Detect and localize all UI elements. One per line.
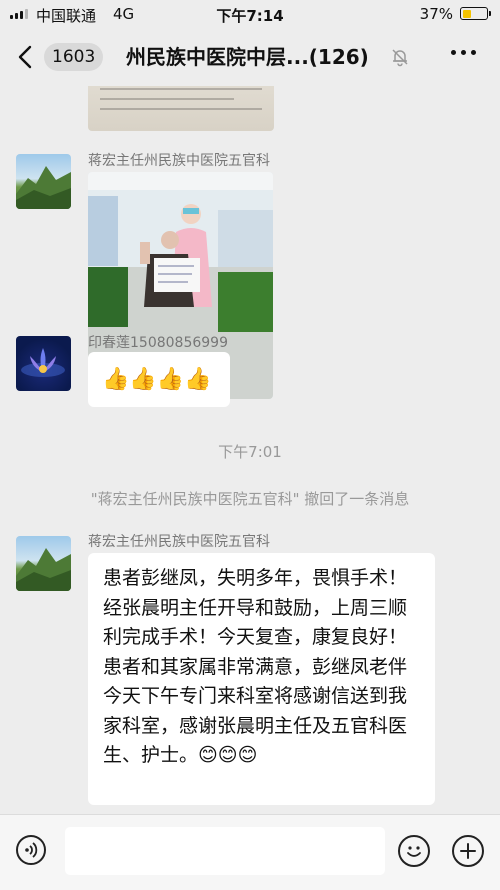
time-separator: 下午7:01 [218, 443, 282, 461]
mute-bell-icon [390, 47, 410, 67]
battery-icon [460, 7, 491, 20]
avatar[interactable] [16, 154, 71, 209]
more-icon[interactable] [451, 50, 476, 55]
message-input[interactable] [65, 827, 385, 875]
sender-name: 蒋宏主任州民族中医院五官科 [88, 534, 270, 550]
sender-name: 印春莲15080856999 [88, 335, 228, 351]
battery-percent: 37% [419, 5, 453, 23]
emoji-message[interactable]: 👍👍👍👍 [88, 352, 230, 407]
message-text: 患者彭继凤，失明多年，畏惧手术！经张晨明主任开导和鼓励，上周三顺利完成手术！今天… [103, 567, 408, 766]
voice-icon[interactable] [16, 835, 46, 865]
battery-level [462, 9, 471, 18]
plus-icon[interactable] [452, 835, 484, 867]
sender-name: 蒋宏主任州民族中医院五官科 [88, 153, 270, 169]
chat-area[interactable]: 蒋宏主任州民族中医院五官科 印春莲15080856999 👍👍👍👍 下午7:01… [0, 86, 500, 814]
chat-title: 州民族中医院中层...(126) [126, 45, 369, 69]
recall-notice: "蒋宏主任州民族中医院五官科" 撤回了一条消息 [90, 490, 410, 508]
previous-image-message[interactable] [88, 86, 274, 131]
emoji-icon[interactable] [398, 835, 430, 867]
chat-header: 1603 州民族中医院中层...(126) [0, 28, 500, 86]
back-icon[interactable] [14, 43, 40, 71]
text-message[interactable]: 患者彭继凤，失明多年，畏惧手术！经张晨明主任开导和鼓励，上周三顺利完成手术！今天… [88, 553, 435, 805]
avatar[interactable] [16, 336, 71, 391]
avatar[interactable] [16, 536, 71, 591]
unread-badge[interactable]: 1603 [44, 43, 104, 71]
input-bar [0, 814, 500, 890]
status-bar: 中国联通 4G 下午7:14 37% [0, 0, 500, 28]
